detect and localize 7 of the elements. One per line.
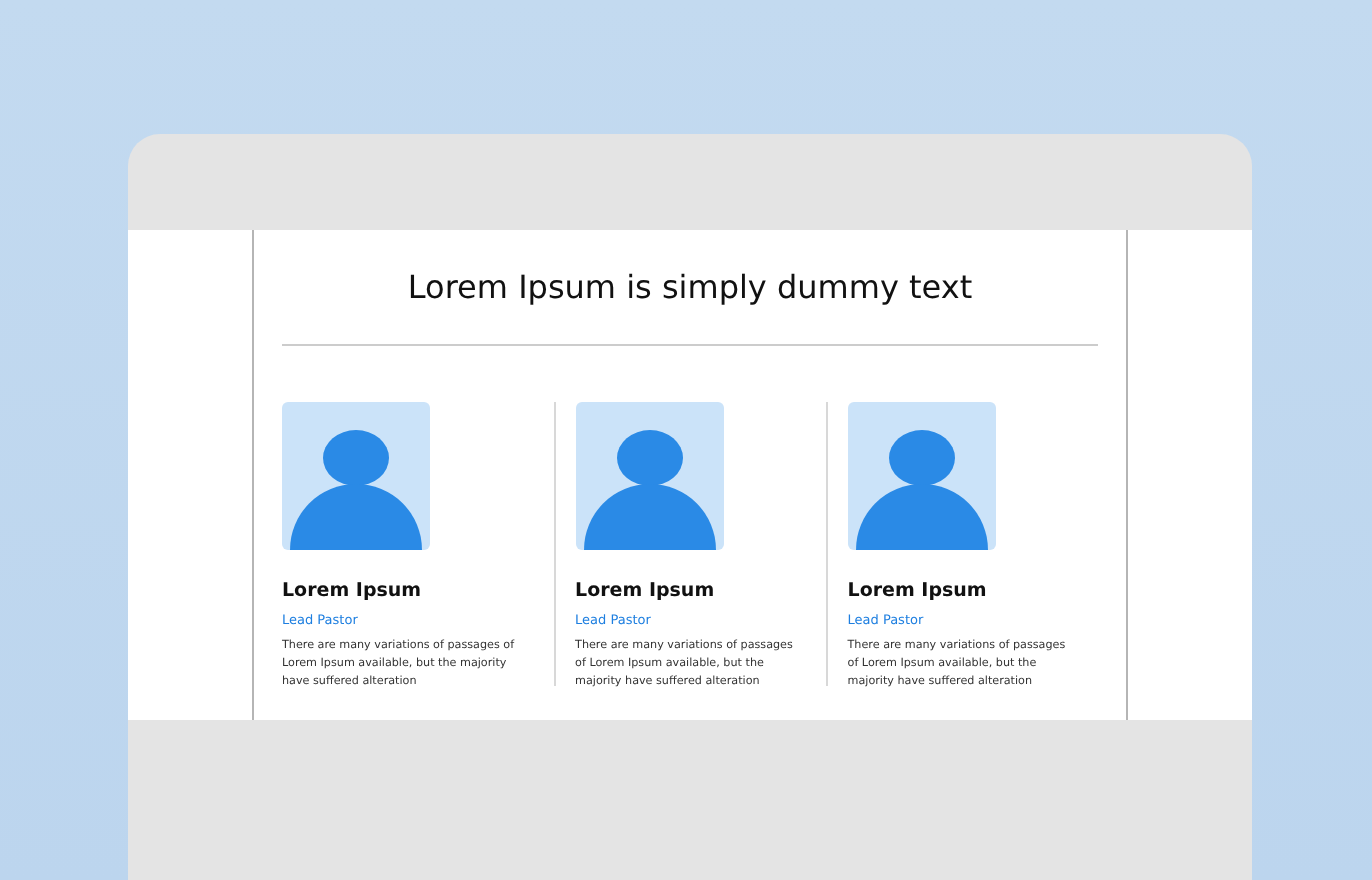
avatar-icon <box>847 402 996 550</box>
section-title: Lorem Ipsum is simply dummy text <box>405 266 975 310</box>
avatar-icon <box>575 402 724 550</box>
member-name: Lorem Ipsum <box>575 580 717 602</box>
avatar-icon <box>282 402 430 550</box>
member-name: Lorem Ipsum <box>282 580 424 602</box>
member-name: Lorem Ipsum <box>847 580 989 602</box>
